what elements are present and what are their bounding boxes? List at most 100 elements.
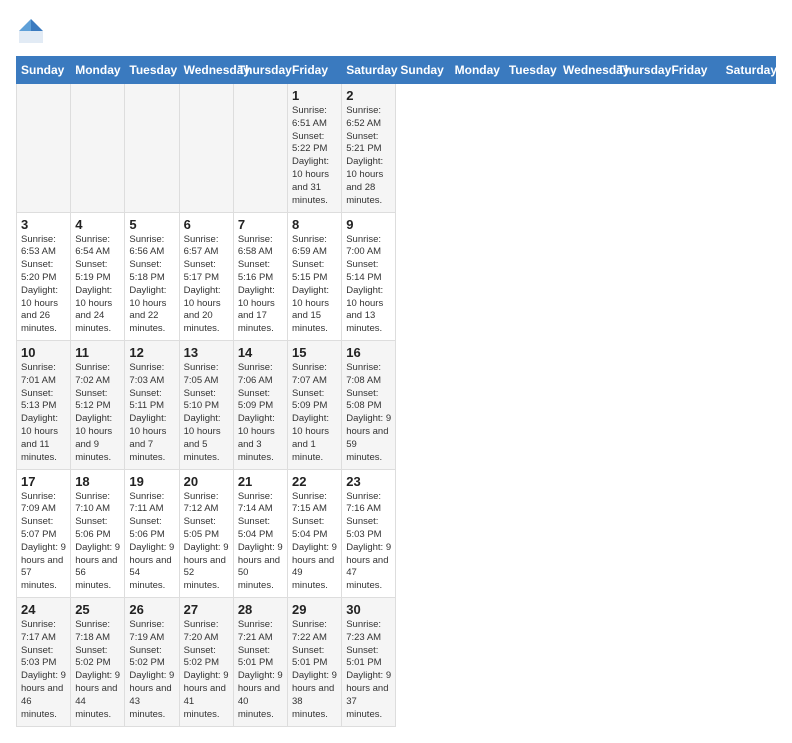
day-number: 6	[184, 217, 229, 232]
day-number: 30	[346, 602, 391, 617]
day-info: Sunrise: 7:22 AM Sunset: 5:01 PM Dayligh…	[292, 619, 337, 722]
day-info: Sunrise: 6:57 AM Sunset: 5:17 PM Dayligh…	[184, 234, 229, 337]
calendar-cell: 9Sunrise: 7:00 AM Sunset: 5:14 PM Daylig…	[342, 212, 396, 341]
day-number: 22	[292, 474, 337, 489]
day-number: 27	[184, 602, 229, 617]
calendar-cell: 23 Sunrise: 7:16 AM Sunset: 5:03 PM Dayli…	[342, 469, 396, 598]
calendar-cell: 2 Sunrise: 6:52 AM Sunset: 5:21 PM Daylig…	[342, 84, 396, 213]
calendar-table: SundayMondayTuesdayWednesdayThursdayFrid…	[16, 56, 776, 727]
calendar-week-row: 17 Sunrise: 7:09 AM Sunset: 5:07 PM Dayli…	[17, 469, 776, 598]
header-day-saturday: Saturday	[342, 57, 396, 84]
calendar-cell: 28 Sunrise: 7:21 AM Sunset: 5:01 PM Dayli…	[233, 598, 287, 727]
day-number: 23	[346, 474, 391, 489]
calendar-cell	[71, 84, 125, 213]
day-info: Sunrise: 7:00 AM Sunset: 5:14 PM Dayligh…	[346, 234, 391, 337]
day-info: Sunrise: 7:23 AM Sunset: 5:01 PM Dayligh…	[346, 619, 391, 722]
calendar-cell	[125, 84, 179, 213]
day-info: Sunrise: 7:09 AM Sunset: 5:07 PM Dayligh…	[21, 491, 66, 594]
day-info: Sunrise: 6:53 AM Sunset: 5:20 PM Dayligh…	[21, 234, 66, 337]
header-day-monday: Monday	[71, 57, 125, 84]
header-day-wednesday: Wednesday	[559, 57, 613, 84]
header-day-tuesday: Tuesday	[504, 57, 558, 84]
calendar-cell: 19 Sunrise: 7:11 AM Sunset: 5:06 PM Dayli…	[125, 469, 179, 598]
day-info: Sunrise: 7:21 AM Sunset: 5:01 PM Dayligh…	[238, 619, 283, 722]
header-day-thursday: Thursday	[233, 57, 287, 84]
day-number: 13	[184, 345, 229, 360]
day-info: Sunrise: 7:05 AM Sunset: 5:10 PM Dayligh…	[184, 362, 229, 465]
day-number: 28	[238, 602, 283, 617]
day-number: 2	[346, 88, 391, 103]
day-number: 1	[292, 88, 337, 103]
calendar-cell: 14 Sunrise: 7:06 AM Sunset: 5:09 PM Dayli…	[233, 341, 287, 470]
calendar-cell: 21Sunrise: 7:14 AM Sunset: 5:04 PM Dayli…	[233, 469, 287, 598]
day-info: Sunrise: 7:10 AM Sunset: 5:06 PM Dayligh…	[75, 491, 120, 594]
calendar-cell	[17, 84, 71, 213]
calendar-header-row: SundayMondayTuesdayWednesdayThursdayFrid…	[17, 57, 776, 84]
day-info: Sunrise: 6:58 AM Sunset: 5:16 PM Dayligh…	[238, 234, 283, 337]
day-number: 20	[184, 474, 229, 489]
logo	[16, 16, 50, 46]
calendar-cell: 30 Sunrise: 7:23 AM Sunset: 5:01 PM Dayli…	[342, 598, 396, 727]
day-info: Sunrise: 7:02 AM Sunset: 5:12 PM Dayligh…	[75, 362, 120, 465]
day-info: Sunrise: 7:03 AM Sunset: 5:11 PM Dayligh…	[129, 362, 174, 465]
day-number: 4	[75, 217, 120, 232]
calendar-cell: 24 Sunrise: 7:17 AM Sunset: 5:03 PM Dayli…	[17, 598, 71, 727]
day-info: Sunrise: 6:52 AM Sunset: 5:21 PM Dayligh…	[346, 105, 391, 208]
calendar-cell: 27 Sunrise: 7:20 AM Sunset: 5:02 PM Dayli…	[179, 598, 233, 727]
calendar-cell: 4 Sunrise: 6:54 AM Sunset: 5:19 PM Daylig…	[71, 212, 125, 341]
day-info: Sunrise: 7:11 AM Sunset: 5:06 PM Dayligh…	[129, 491, 174, 594]
day-number: 16	[346, 345, 391, 360]
day-info: Sunrise: 6:54 AM Sunset: 5:19 PM Dayligh…	[75, 234, 120, 337]
day-info: Sunrise: 7:07 AM Sunset: 5:09 PM Dayligh…	[292, 362, 337, 465]
day-info: Sunrise: 6:59 AM Sunset: 5:15 PM Dayligh…	[292, 234, 337, 337]
day-info: Sunrise: 7:06 AM Sunset: 5:09 PM Dayligh…	[238, 362, 283, 465]
day-info: Sunrise: 7:15 AM Sunset: 5:04 PM Dayligh…	[292, 491, 337, 594]
day-number: 18	[75, 474, 120, 489]
day-info: Sunrise: 7:08 AM Sunset: 5:08 PM Dayligh…	[346, 362, 391, 465]
header-day-sunday: Sunday	[396, 57, 450, 84]
header-day-saturday: Saturday	[721, 57, 775, 84]
day-info: Sunrise: 7:19 AM Sunset: 5:02 PM Dayligh…	[129, 619, 174, 722]
day-number: 19	[129, 474, 174, 489]
day-number: 25	[75, 602, 120, 617]
day-info: Sunrise: 7:12 AM Sunset: 5:05 PM Dayligh…	[184, 491, 229, 594]
day-number: 15	[292, 345, 337, 360]
header-day-sunday: Sunday	[17, 57, 71, 84]
day-info: Sunrise: 7:14 AM Sunset: 5:04 PM Dayligh…	[238, 491, 283, 594]
day-info: Sunrise: 7:17 AM Sunset: 5:03 PM Dayligh…	[21, 619, 66, 722]
day-info: Sunrise: 7:20 AM Sunset: 5:02 PM Dayligh…	[184, 619, 229, 722]
page-header	[16, 16, 776, 46]
calendar-week-row: 24 Sunrise: 7:17 AM Sunset: 5:03 PM Dayli…	[17, 598, 776, 727]
day-number: 29	[292, 602, 337, 617]
calendar-cell: 5Sunrise: 6:56 AM Sunset: 5:18 PM Daylig…	[125, 212, 179, 341]
day-number: 24	[21, 602, 66, 617]
day-info: Sunrise: 6:51 AM Sunset: 5:22 PM Dayligh…	[292, 105, 337, 208]
calendar-cell: 3Sunrise: 6:53 AM Sunset: 5:20 PM Daylig…	[17, 212, 71, 341]
calendar-week-row: 3Sunrise: 6:53 AM Sunset: 5:20 PM Daylig…	[17, 212, 776, 341]
calendar-cell	[179, 84, 233, 213]
day-info: Sunrise: 7:16 AM Sunset: 5:03 PM Dayligh…	[346, 491, 391, 594]
day-info: Sunrise: 7:18 AM Sunset: 5:02 PM Dayligh…	[75, 619, 120, 722]
calendar-cell: 18 Sunrise: 7:10 AM Sunset: 5:06 PM Dayli…	[71, 469, 125, 598]
calendar-cell: 26 Sunrise: 7:19 AM Sunset: 5:02 PM Dayli…	[125, 598, 179, 727]
header-day-tuesday: Tuesday	[125, 57, 179, 84]
day-number: 26	[129, 602, 174, 617]
calendar-cell: 8Sunrise: 6:59 AM Sunset: 5:15 PM Daylig…	[288, 212, 342, 341]
calendar-week-row: 1 Sunrise: 6:51 AM Sunset: 5:22 PM Daylig…	[17, 84, 776, 213]
calendar-cell: 11Sunrise: 7:02 AM Sunset: 5:12 PM Dayli…	[71, 341, 125, 470]
calendar-cell: 16 Sunrise: 7:08 AM Sunset: 5:08 PM Dayli…	[342, 341, 396, 470]
day-number: 14	[238, 345, 283, 360]
calendar-cell: 15 Sunrise: 7:07 AM Sunset: 5:09 PM Dayli…	[288, 341, 342, 470]
calendar-cell: 12Sunrise: 7:03 AM Sunset: 5:11 PM Dayli…	[125, 341, 179, 470]
day-number: 10	[21, 345, 66, 360]
calendar-week-row: 10 Sunrise: 7:01 AM Sunset: 5:13 PM Dayli…	[17, 341, 776, 470]
calendar-cell: 10 Sunrise: 7:01 AM Sunset: 5:13 PM Dayli…	[17, 341, 71, 470]
day-info: Sunrise: 7:01 AM Sunset: 5:13 PM Dayligh…	[21, 362, 66, 465]
calendar-cell: 13 Sunrise: 7:05 AM Sunset: 5:10 PM Dayli…	[179, 341, 233, 470]
day-number: 5	[129, 217, 174, 232]
day-number: 17	[21, 474, 66, 489]
header-day-friday: Friday	[667, 57, 721, 84]
calendar-cell: 17 Sunrise: 7:09 AM Sunset: 5:07 PM Dayli…	[17, 469, 71, 598]
calendar-cell: 6 Sunrise: 6:57 AM Sunset: 5:17 PM Daylig…	[179, 212, 233, 341]
header-day-thursday: Thursday	[613, 57, 667, 84]
